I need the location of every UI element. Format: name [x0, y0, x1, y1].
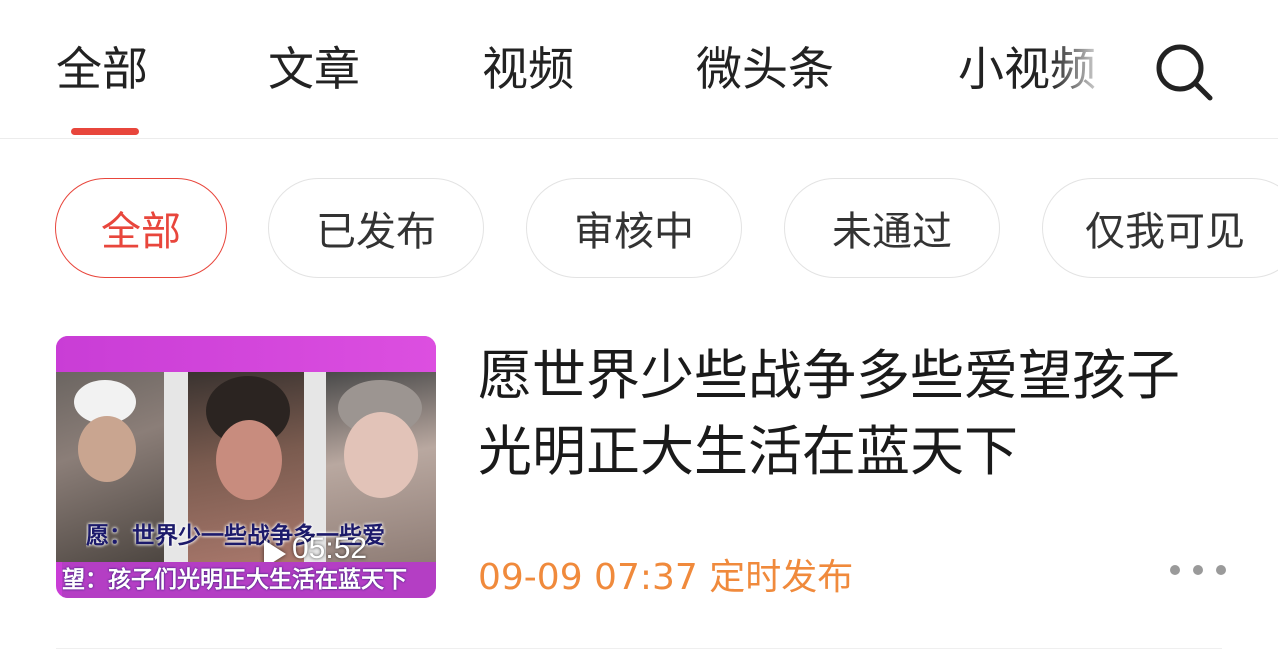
content-list-item[interactable]: 愿：世界少一些战争多一些爱 05:52 望：孩子们光明正大生活在蓝天下 愿世界少…	[0, 318, 1278, 652]
item-divider	[56, 648, 1222, 649]
tab-scroll-fade	[1050, 20, 1130, 120]
thumbnail-caption-line1: 愿：世界少一些战争多一些爱	[86, 522, 385, 549]
tab-all[interactable]: 全部	[56, 40, 148, 98]
search-icon	[1156, 44, 1213, 101]
more-dots-icon	[1170, 565, 1180, 575]
search-button[interactable]	[1148, 36, 1218, 106]
filter-published[interactable]: 已发布	[268, 178, 484, 278]
more-options-button[interactable]	[1170, 558, 1226, 582]
tab-micro-posts[interactable]: 微头条	[696, 40, 834, 98]
active-tab-indicator	[71, 128, 139, 135]
tab-articles[interactable]: 文章	[268, 40, 360, 98]
tab-videos[interactable]: 视频	[482, 40, 574, 98]
video-thumbnail[interactable]: 愿：世界少一些战争多一些爱 05:52 望：孩子们光明正大生活在蓝天下	[56, 336, 436, 598]
status-filter-bar: 全部 已发布 审核中 未通过 仅我可见	[0, 178, 1278, 282]
filter-all[interactable]: 全部	[55, 178, 227, 278]
item-schedule-meta: 09-09 07:37 定时发布	[478, 557, 854, 598]
filter-rejected[interactable]: 未通过	[784, 178, 1000, 278]
video-duration: 05:52	[292, 532, 368, 565]
thumbnail-caption-line2: 望：孩子们光明正大生活在蓝天下	[62, 562, 436, 598]
filter-under-review[interactable]: 审核中	[526, 178, 742, 278]
content-manager-page: 全部 文章 视频 微头条 小视频 全部 已发布 审核中 未通过 仅我可见 愿：世…	[0, 0, 1278, 652]
item-title[interactable]: 愿世界少些战争多些爱望孩子光明正大生活在蓝天下	[478, 338, 1208, 490]
filter-private[interactable]: 仅我可见	[1042, 178, 1278, 278]
top-tab-bar: 全部 文章 视频 微头条 小视频	[0, 0, 1278, 139]
